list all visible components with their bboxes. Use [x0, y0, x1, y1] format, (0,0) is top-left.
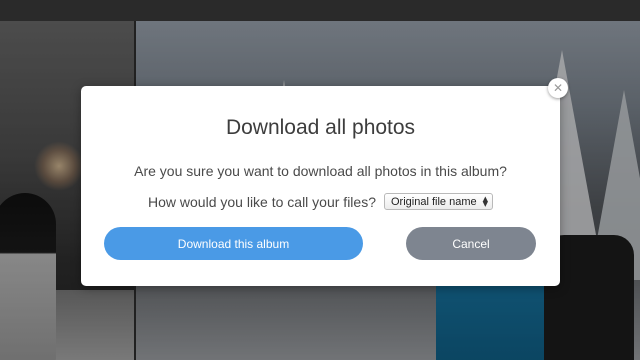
- download-dialog: Download all photos Are you sure you wan…: [81, 86, 560, 286]
- file-naming-label: How would you like to call your files?: [148, 193, 376, 210]
- download-album-button[interactable]: Download this album: [104, 227, 363, 260]
- file-naming-select[interactable]: Original file name ▲ ▼: [384, 193, 493, 210]
- close-icon: ✕: [552, 81, 564, 95]
- select-arrows-icon: ▲ ▼: [482, 194, 488, 208]
- dialog-title: Download all photos: [225, 116, 416, 139]
- file-naming-row: How would you like to call your files? O…: [81, 193, 560, 210]
- file-naming-select-value: Original file name: [391, 195, 477, 208]
- dialog-question: Are you sure you want to download all ph…: [134, 163, 507, 179]
- close-dialog-button[interactable]: ✕: [548, 78, 568, 98]
- cancel-button[interactable]: Cancel: [406, 227, 536, 260]
